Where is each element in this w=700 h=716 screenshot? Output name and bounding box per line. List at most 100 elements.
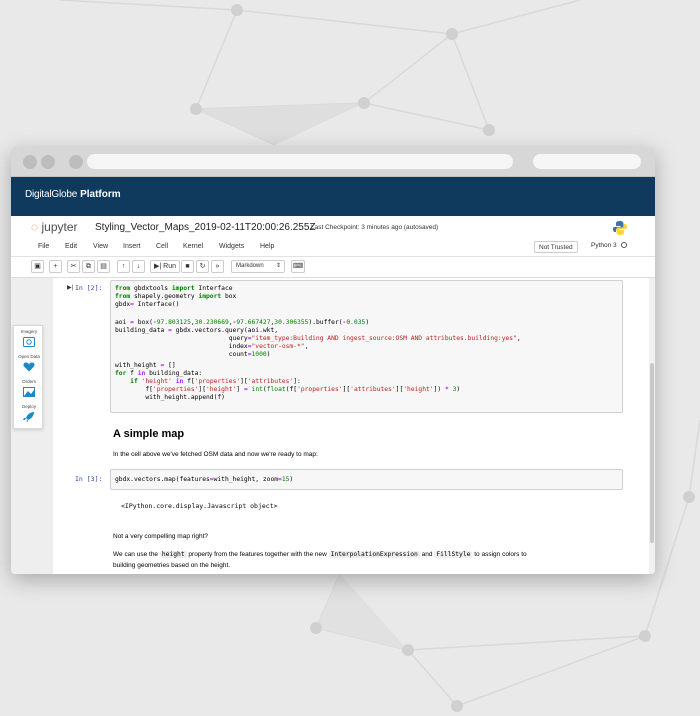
code-line: index="vector-osm-*", (115, 343, 309, 350)
digitalglobe-logo[interactable]: DigitalGlobe Platform (25, 189, 121, 200)
menu-insert[interactable]: Insert (123, 243, 141, 250)
restart-button[interactable]: ↻ (196, 260, 209, 273)
jupyter-logo-text: jupyter (41, 220, 78, 234)
menu-edit[interactable]: Edit (65, 243, 77, 250)
restart-run-all-button[interactable]: » (211, 260, 224, 273)
cut-button[interactable]: ✂ (67, 260, 80, 273)
copy-icon: ⧉ (86, 263, 91, 270)
text-run: We can use the (113, 551, 159, 558)
select-arrow-icon: ⇕ (275, 263, 281, 269)
notebook-page: ▶| In [2]: from gbdxtools import Interfa… (53, 278, 650, 574)
orders-icon[interactable] (23, 387, 35, 397)
code-line: for f in building_data: (115, 370, 203, 377)
code-line: gbdx.vectors.map(features=with_height, z… (115, 476, 294, 483)
menu-bar: File Edit View Insert Cell Kernel Widget… (11, 239, 655, 257)
menu-kernel[interactable]: Kernel (183, 243, 203, 250)
move-up-icon: ↑ (121, 263, 126, 270)
move-down-button[interactable]: ↓ (132, 260, 145, 273)
fast-forward-icon: » (215, 263, 220, 270)
text-run: and (421, 551, 433, 558)
code-cell-2[interactable]: from gbdxtools import Interface from sha… (110, 280, 623, 413)
inline-code: InterpolationExpression (328, 551, 420, 558)
window-close-button[interactable] (23, 155, 37, 169)
checkpoint-status: Last Checkpoint: 3 minutes ago (autosave… (311, 224, 438, 231)
imagery-icon[interactable] (23, 337, 35, 347)
add-cell-icon: + (53, 263, 58, 270)
browser-chrome (11, 147, 655, 177)
cell-prompt-in-2: In [2]: (75, 284, 103, 292)
side-tool-label-orders: Orders (22, 379, 36, 384)
browser-window: DigitalGlobe Platform ◌ jupyter Styling_V… (11, 147, 655, 574)
scrollbar-thumb[interactable] (650, 363, 654, 543)
product-name: Platform (80, 189, 121, 200)
text-run: to assign colors to (474, 551, 527, 558)
code-line: building_data = gbdx.vectors.query(aoi.w… (115, 327, 279, 334)
notebook-title[interactable]: Styling_Vector_Maps_2019-02-11T20:00:26.… (95, 222, 316, 233)
markdown-paragraph: We can use the height property from the … (113, 551, 527, 558)
command-palette-button[interactable]: ⌨ (291, 260, 305, 273)
trust-indicator[interactable]: Not Trusted (534, 241, 578, 253)
copy-button[interactable]: ⧉ (82, 260, 95, 273)
menu-widgets[interactable]: Widgets (219, 243, 244, 250)
side-tool-label-open-data: Open Data (18, 354, 40, 359)
menu-view[interactable]: View (93, 243, 108, 250)
code-line: f['properties']['height'] = int(float(f[… (115, 386, 461, 393)
kernel-idle-icon (620, 242, 627, 248)
menu-help[interactable]: Help (260, 243, 274, 250)
browser-search-bar[interactable] (533, 154, 641, 169)
notebook-area: Imagery Open Data Orders Deploy ▶| In [2… (11, 278, 655, 574)
cut-icon: ✂ (70, 263, 77, 270)
keyboard-icon: ⌨ (292, 263, 304, 270)
move-up-button[interactable]: ↑ (117, 260, 130, 273)
save-icon: ▣ (34, 263, 41, 270)
side-tool-label-imagery: Imagery (20, 329, 38, 334)
kernel-name: Python 3 (591, 242, 617, 249)
menu-cell[interactable]: Cell (156, 243, 168, 250)
jupyter-swirl-icon: ◌ (31, 220, 39, 234)
code-line: query="item_type:Building AND ingest_sou… (115, 335, 521, 342)
run-icon: ▶| (154, 263, 162, 270)
notebook-toolbar: ▣ + ✂ ⧉ ▤ ↑ ↓ ▶| Run ■ ↻ » Markdown ⇕ ⌨ (11, 257, 655, 278)
cell-type-select[interactable]: Markdown ⇕ (231, 260, 285, 273)
menu-file[interactable]: File (38, 243, 49, 250)
move-down-icon: ↓ (136, 263, 141, 270)
heart-icon[interactable] (23, 362, 35, 372)
markdown-paragraph: In the cell above we've fetched OSM data… (113, 451, 318, 458)
code-line: gbdx= Interface() (115, 301, 180, 308)
platform-header: DigitalGlobe Platform (11, 177, 655, 216)
save-button[interactable]: ▣ (31, 260, 44, 273)
code-line: count=1000) (115, 351, 271, 358)
inline-code: FillStyle (434, 551, 473, 558)
cell-type-value: Markdown (236, 263, 264, 269)
markdown-paragraph: building geometries based on the height. (113, 562, 231, 569)
checkpoint-text: Last Checkpoint: 3 minutes ago (311, 224, 403, 231)
run-button[interactable]: ▶| Run (150, 260, 180, 273)
address-bar[interactable] (87, 154, 513, 169)
side-tool-label-deploy: Deploy (21, 404, 36, 409)
window-zoom-button[interactable] (69, 155, 83, 169)
jupyter-logo[interactable]: ◌ jupyter (31, 220, 78, 234)
scrollbar[interactable] (649, 278, 655, 574)
jupyter-header: ◌ jupyter Styling_Vector_Maps_2019-02-11… (11, 216, 655, 239)
interrupt-button[interactable]: ■ (181, 260, 194, 273)
cell-output: <IPython.core.display.Javascript object> (121, 502, 278, 510)
paste-icon: ▤ (100, 263, 107, 270)
code-cell-3[interactable]: gbdx.vectors.map(features=with_height, z… (110, 469, 623, 490)
code-line: from shapely.geometry import box (115, 293, 237, 300)
cell-run-indicator-icon: ▶| (67, 285, 74, 291)
markdown-paragraph: Not a very compelling map right? (113, 533, 209, 540)
markdown-heading: A simple map (113, 428, 185, 440)
window-minimize-button[interactable] (41, 155, 55, 169)
inline-code: height (159, 551, 187, 558)
gbdx-side-toolbar: Imagery Open Data Orders Deploy (13, 325, 43, 429)
code-line: if 'height' in f['properties']['attribut… (130, 378, 301, 385)
text-run: property from the features together with… (188, 551, 327, 558)
autosave-text: (autosaved) (403, 224, 439, 231)
rocket-icon[interactable] (23, 412, 35, 422)
code-line: aoi = box(-97.803125,30.230669,-97.66742… (115, 319, 370, 326)
add-cell-button[interactable]: + (49, 260, 62, 273)
kernel-indicator: Python 3 (591, 242, 627, 249)
stop-icon: ■ (185, 263, 190, 270)
paste-button[interactable]: ▤ (97, 260, 110, 273)
brand-name: DigitalGlobe (25, 189, 78, 200)
